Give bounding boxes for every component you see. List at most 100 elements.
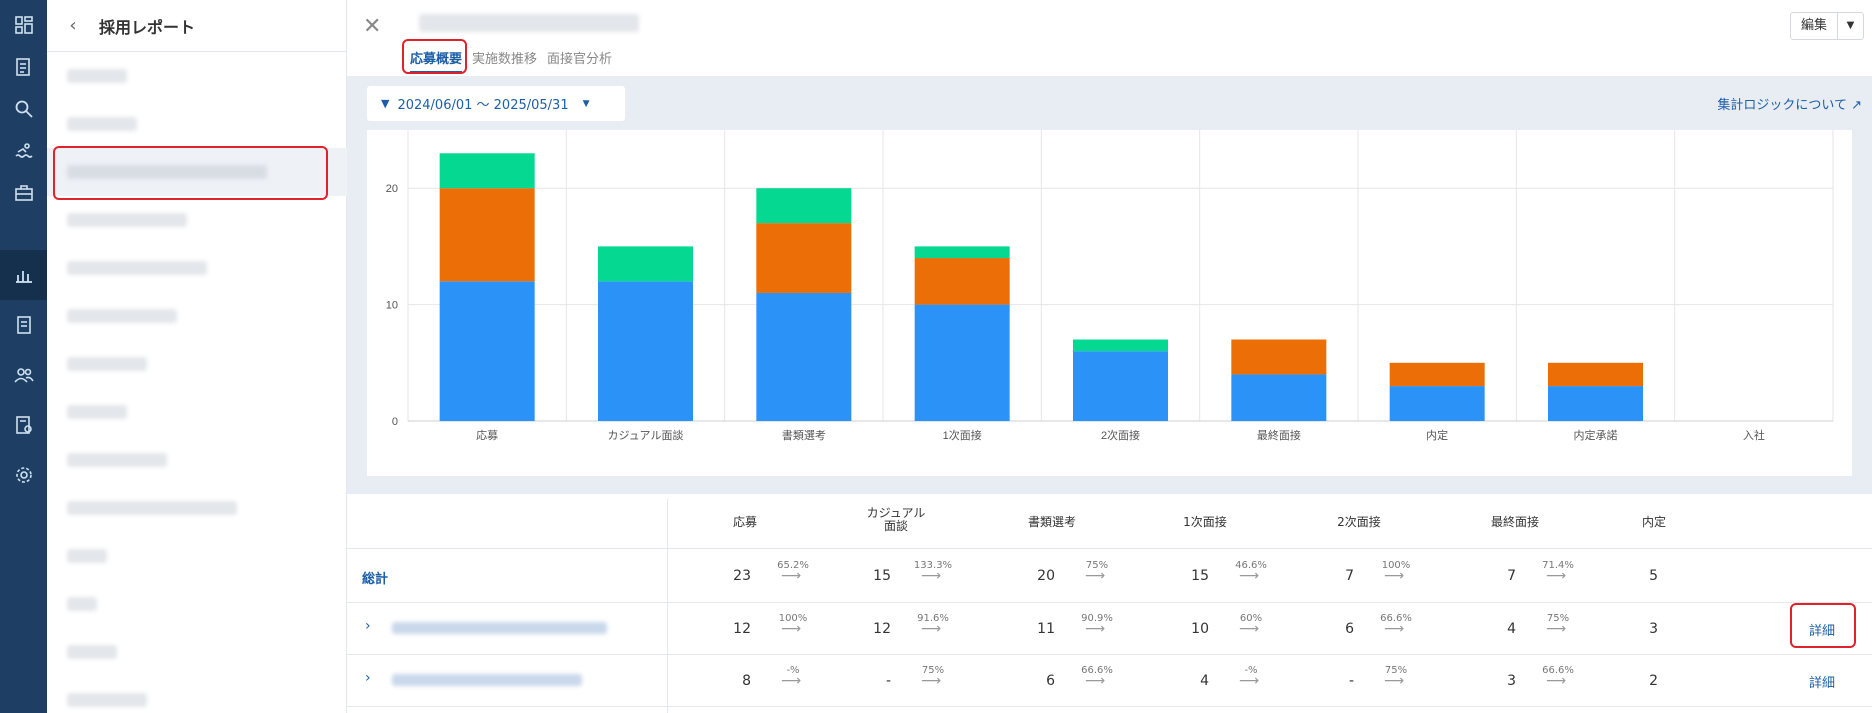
arrow-right-icon: ⟶ — [921, 621, 942, 637]
sidebar-item[interactable] — [47, 388, 347, 436]
arrow-right-icon: ⟶ — [921, 673, 942, 689]
arrow-right-icon: ⟶ — [781, 568, 802, 584]
bar-segment-1 — [439, 188, 535, 282]
stage-count: 12 — [733, 621, 751, 637]
sidebar-item[interactable] — [47, 292, 347, 340]
bar-segment-2 — [1073, 339, 1168, 352]
table-row: › 12 12 11 10 6 4 3 100% ⟶ 91.6% ⟶ 90.9% ⟶ 60% ⟶ 66.6% ⟶ 7… — [347, 603, 1872, 655]
arrow-right-icon: ⟶ — [1546, 673, 1567, 689]
table-header-row: 応募 カジュアル面談 書類選考 1次面接 2次面接 最終面接 内定 — [347, 499, 1872, 549]
sidebar-item-label — [67, 501, 237, 515]
x-tick-label: 2次面接 — [1101, 428, 1140, 442]
sidebar-item-label — [67, 357, 147, 371]
bar-segment-0 — [1389, 386, 1485, 421]
external-link-icon: ↗ — [1851, 98, 1862, 113]
stage-count: 5 — [1649, 568, 1658, 584]
report-sidebar: ‹ 採用レポート — [47, 0, 347, 713]
bar-segment-1 — [1389, 362, 1485, 387]
sidebar-item[interactable] — [47, 244, 347, 292]
sidebar-item-label — [67, 117, 137, 131]
edit-dropdown-icon[interactable]: ▼ — [1837, 13, 1863, 39]
bar-chart-icon[interactable] — [0, 250, 47, 300]
caret-down-icon: ▼ — [582, 98, 590, 109]
bar-segment-2 — [914, 246, 1010, 259]
bar-segment-2 — [598, 246, 693, 282]
sidebar-item[interactable] — [47, 100, 347, 148]
receipt-icon[interactable] — [0, 300, 47, 350]
bar-segment-0 — [1548, 386, 1643, 421]
sidebar-item-label — [67, 549, 107, 563]
sidebar-item-label — [67, 693, 147, 707]
arrow-right-icon: ⟶ — [1085, 621, 1106, 637]
arrow-right-icon: ⟶ — [1546, 568, 1567, 584]
edit-button[interactable]: 編集 — [1791, 13, 1837, 39]
sidebar-item[interactable] — [47, 484, 347, 532]
column-header: 1次面接 — [1183, 515, 1227, 529]
sidebar-item[interactable] — [47, 340, 347, 388]
sidebar-item[interactable] — [47, 580, 347, 628]
sidebar-item[interactable] — [47, 628, 347, 676]
y-tick-label: 0 — [392, 416, 398, 428]
chart-card: 0 10 20 応募 カジュアル面談 書類選考 1次面接 2次面接 最終面接 内定 内定承諾 入社 — [367, 130, 1852, 476]
table-row: 総計 23 15 20 15 7 7 5 65.2% ⟶ 133.3% ⟶ 75% ⟶ 46.6% ⟶ 100%… — [347, 550, 1872, 603]
bar-segment-0 — [914, 304, 1010, 421]
y-tick-label: 20 — [386, 183, 398, 195]
stage-count: 8 — [742, 673, 751, 689]
chevron-right-icon[interactable]: › — [365, 670, 371, 686]
sidebar-item[interactable] — [47, 52, 347, 100]
x-tick-label: 最終面接 — [1257, 428, 1301, 442]
users-icon[interactable] — [0, 350, 47, 400]
row-label-total: 総計 — [362, 572, 389, 587]
logic-link[interactable]: 集計ロジックについて ↗ — [1717, 94, 1862, 113]
column-header: 応募 — [732, 515, 757, 529]
x-tick-label: 書類選考 — [782, 428, 826, 442]
sidebar-item[interactable] — [47, 196, 347, 244]
sidebar-item-label — [67, 309, 177, 323]
stage-count: 3 — [1649, 621, 1658, 637]
x-tick-label: 内定 — [1426, 428, 1448, 442]
arrow-right-icon: ⟶ — [1384, 568, 1405, 584]
stage-count: - — [1348, 673, 1354, 689]
sidebar-item[interactable] — [47, 436, 347, 484]
stage-count: - — [885, 673, 891, 689]
arrow-right-icon: ⟶ — [1239, 568, 1260, 584]
sidebar-header: ‹ 採用レポート — [47, 0, 346, 52]
sidebar-item-label — [67, 69, 127, 83]
stage-count: 2 — [1649, 673, 1658, 689]
stage-count: 3 — [1507, 673, 1516, 689]
detail-highlight-box — [1790, 603, 1856, 648]
row-label-blurred — [392, 674, 582, 686]
x-tick-label: 応募 — [476, 428, 498, 442]
bar-segment-1 — [1548, 362, 1643, 387]
bar-segment-0 — [1231, 374, 1327, 421]
briefcase-icon[interactable] — [0, 168, 47, 218]
tab-interviewer[interactable]: 面接官分析 — [547, 46, 612, 73]
arrow-right-icon: ⟶ — [781, 621, 802, 637]
close-icon[interactable]: ✕ — [363, 14, 381, 39]
arrow-right-icon: ⟶ — [781, 673, 802, 689]
chevron-right-icon[interactable]: › — [365, 618, 371, 634]
row-label-blurred — [392, 622, 607, 634]
detail-link[interactable]: 詳細 — [1809, 672, 1835, 691]
sidebar-item[interactable] — [47, 532, 347, 580]
arrow-right-icon: ⟶ — [1384, 673, 1405, 689]
tab-highlight-box — [402, 39, 467, 74]
sidebar-highlight-box — [53, 146, 328, 200]
bar-segment-0 — [439, 281, 535, 421]
tab-trend[interactable]: 実施数推移 — [472, 46, 537, 73]
sidebar-item[interactable] — [47, 676, 347, 713]
arrow-right-icon: ⟶ — [1239, 673, 1260, 689]
sidebar-item-label — [67, 645, 117, 659]
date-range-filter[interactable]: ▼ 2024/06/01 〜 2025/05/31 ▼ — [367, 86, 625, 121]
back-arrow-icon[interactable]: ‹ — [47, 15, 99, 36]
stacked-bar-chart: 0 10 20 応募 カジュアル面談 書類選考 1次面接 2次面接 最終面接 内定 内定承諾 入社 — [386, 130, 1834, 442]
stage-count: 7 — [1345, 568, 1354, 584]
x-tick-label: 内定承諾 — [1574, 428, 1618, 442]
gear-icon[interactable] — [0, 450, 47, 500]
column-header: 書類選考 — [1027, 515, 1076, 529]
bar-segment-1 — [914, 258, 1010, 305]
column-header: 内定 — [1641, 515, 1666, 529]
stage-count: 4 — [1200, 673, 1209, 689]
document-settings-icon[interactable] — [0, 400, 47, 450]
sidebar-item-label — [67, 405, 127, 419]
